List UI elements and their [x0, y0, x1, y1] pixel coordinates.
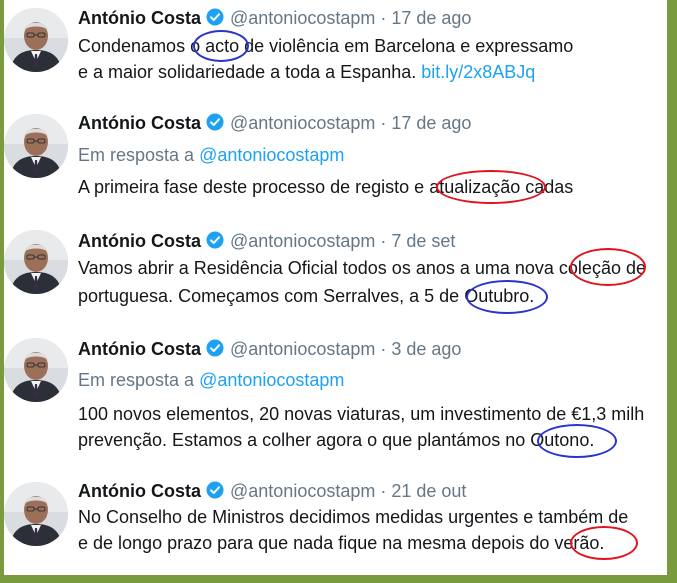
tweet-date[interactable]: · 3 de ago — [380, 339, 461, 359]
avatar[interactable] — [4, 230, 68, 294]
tweet-text-line: 100 novos elementos, 20 novas viaturas, … — [78, 404, 645, 424]
tweet-date[interactable]: · 7 de set — [380, 231, 455, 251]
tweet-text-line: A primeira fase deste processo de regist… — [78, 177, 574, 197]
author-handle[interactable]: @antoniocostapm — [230, 339, 375, 359]
verified-badge-icon — [206, 481, 224, 504]
tweet-text-line: e de longo prazo para que nada fique na … — [78, 533, 605, 553]
verified-badge-icon — [206, 339, 224, 362]
author-name[interactable]: António Costa — [78, 231, 201, 251]
avatar[interactable] — [4, 114, 68, 178]
author-handle[interactable]: @antoniocostapm — [230, 481, 375, 501]
tweet-text-line: portuguesa. Começamos com Serralves, a 5… — [78, 286, 535, 306]
tweet-text-line: Vamos abrir a Residência Oficial todos o… — [78, 258, 646, 278]
avatar[interactable] — [4, 338, 68, 402]
author-name[interactable]: António Costa — [78, 339, 201, 359]
highlighted-word: verão — [554, 533, 600, 553]
author-name[interactable]: António Costa — [78, 8, 201, 28]
tweet-date[interactable]: · 21 de out — [380, 481, 466, 501]
tweet-text-line: prevenção. Estamos a colher agora o que … — [78, 430, 595, 450]
author-handle[interactable]: @antoniocostapm — [230, 231, 375, 251]
tweet-text-line: No Conselho de Ministros decidimos medid… — [78, 507, 629, 527]
author-name[interactable]: António Costa — [78, 113, 201, 133]
tweet-link[interactable]: bit.ly/2x8ABJq — [421, 62, 535, 82]
avatar[interactable] — [4, 8, 68, 72]
author-name[interactable]: António Costa — [78, 481, 201, 501]
author-handle[interactable]: @antoniocostapm — [230, 8, 375, 28]
verified-badge-icon — [206, 231, 224, 254]
reply-to-link[interactable]: @antoniocostapm — [199, 145, 344, 165]
reply-context: Em resposta a @antoniocostapm — [78, 145, 345, 165]
verified-badge-icon — [206, 8, 224, 31]
tweet-text-line: e a maior solidariedade a toda a Espanha… — [78, 62, 536, 82]
tweet-text-line: Condenamos o acto de violência em Barcel… — [78, 36, 574, 56]
highlighted-word: Outubro — [464, 286, 530, 306]
tweet-date[interactable]: · 17 de ago — [380, 113, 471, 133]
highlighted-word: Outono — [530, 430, 590, 450]
tweet-list: António Costa @antoniocostapm · 17 de ago… — [4, 0, 667, 575]
highlighted-word: coleção — [558, 258, 621, 278]
author-handle[interactable]: @antoniocostapm — [230, 113, 375, 133]
reply-context: Em resposta a @antoniocostapm — [78, 370, 345, 390]
highlighted-word: acto — [205, 36, 240, 56]
reply-to-link[interactable]: @antoniocostapm — [199, 370, 344, 390]
verified-badge-icon — [206, 113, 224, 136]
tweet-date[interactable]: · 17 de ago — [380, 8, 471, 28]
highlighted-word: atualização — [429, 177, 521, 197]
avatar[interactable] — [4, 482, 68, 546]
